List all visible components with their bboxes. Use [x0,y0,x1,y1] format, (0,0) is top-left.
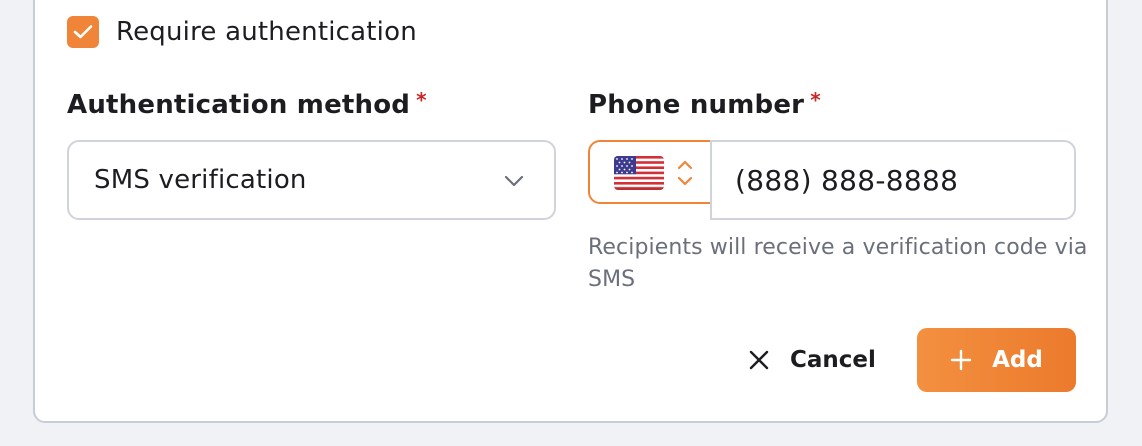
phone-number-label: Phone number * [588,88,821,120]
authentication-method-label-text: Authentication method [67,90,411,120]
required-mark: * [810,88,821,112]
authentication-method-value: SMS verification [94,165,307,195]
require-authentication-checkbox[interactable] [67,16,99,48]
chevron-up-down-icon [677,160,693,186]
chevron-down-icon [504,175,524,187]
phone-helper-text: Recipients will receive a verification c… [588,235,1088,292]
authentication-method-label: Authentication method * [67,88,427,120]
authentication-method-select[interactable]: SMS verification [67,140,556,220]
add-label: Add [992,347,1043,373]
country-code-selector[interactable] [588,140,712,204]
phone-number-input[interactable] [710,140,1076,220]
phone-number-label-text: Phone number [588,90,805,120]
required-mark: * [416,88,427,112]
cancel-button[interactable]: Cancel [738,330,886,390]
checkmark-icon [73,25,93,39]
close-icon [749,350,769,370]
plus-icon [950,349,972,371]
add-button[interactable]: Add [917,328,1076,392]
cancel-label: Cancel [790,347,876,373]
require-authentication-row[interactable]: Require authentication [67,15,417,49]
us-flag-icon [614,156,664,190]
require-authentication-label: Require authentication [116,17,417,47]
